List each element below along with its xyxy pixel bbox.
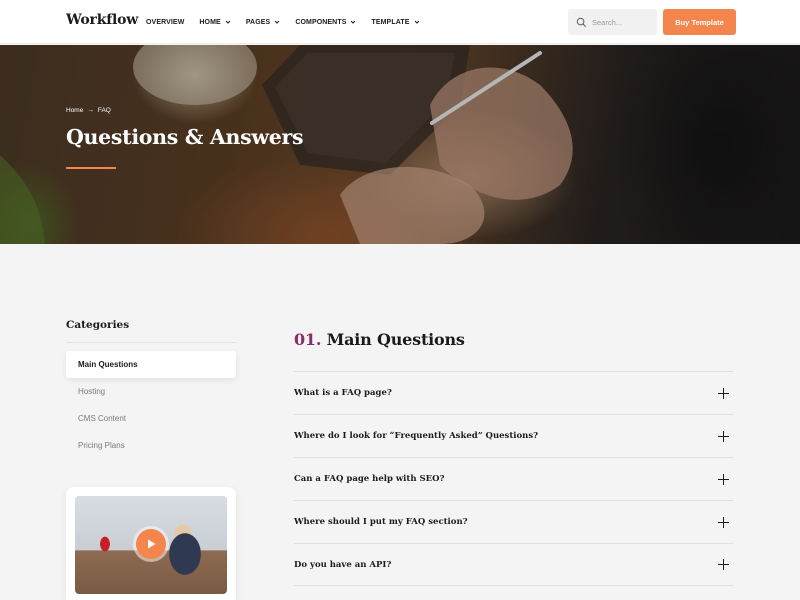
category-cms-content[interactable]: CMS Content [66, 405, 236, 432]
logo[interactable]: Workflow [66, 12, 138, 28]
nav-item-label: PAGES [245, 18, 271, 26]
faq-question: Do you have an API? [294, 559, 392, 570]
nav-item-pages[interactable]: PAGES [246, 19, 281, 26]
chevron-down-icon [351, 20, 356, 24]
nav-item-label: OVERVIEW [146, 18, 185, 26]
nav-item-label: HOME [199, 18, 221, 26]
plus-icon[interactable] [718, 516, 729, 528]
faq-item[interactable]: Where do I look for “Frequently Asked” Q… [294, 414, 733, 457]
breadcrumb-current: FAQ [97, 107, 111, 114]
faq-question: Where do I look for “Frequently Asked” Q… [294, 431, 539, 441]
plus-icon[interactable] [718, 473, 729, 485]
chevron-down-icon [414, 20, 419, 24]
hero-banner: Home → FAQ Questions & Answers [0, 45, 800, 244]
buy-template-button[interactable]: Buy Template [663, 9, 736, 35]
section-heading: 01. Main Questions [294, 330, 465, 349]
top-navigation-bar: Workflow OVERVIEW HOME PAGES COMPONENTS … [0, 0, 800, 44]
arrow-right-icon: → [87, 107, 94, 114]
categories-heading: Categories [66, 319, 130, 331]
play-button[interactable] [136, 529, 166, 559]
main-nav: OVERVIEW HOME PAGES COMPONENTS TEMPLATE [146, 0, 435, 44]
nav-item-components[interactable]: COMPONENTS [295, 19, 356, 26]
category-main-questions[interactable]: Main Questions [66, 351, 236, 378]
play-icon [148, 539, 156, 549]
video-card [66, 487, 236, 600]
faq-item[interactable]: Where should I put my FAQ section? [294, 500, 733, 543]
chevron-down-icon [225, 20, 231, 24]
nav-item-overview[interactable]: OVERVIEW [146, 19, 184, 26]
page-title: Questions & Answers [66, 125, 304, 149]
breadcrumb: Home → FAQ [66, 107, 111, 114]
breadcrumb-home-link[interactable]: Home [66, 107, 83, 114]
nav-item-home[interactable]: HOME [199, 18, 231, 26]
faq-question: What is a FAQ page? [294, 388, 392, 398]
plus-icon[interactable] [718, 387, 729, 399]
section-title-text: Main Questions [326, 330, 465, 349]
plus-icon[interactable] [718, 430, 729, 442]
faq-question: Can a FAQ page help with SEO? [294, 474, 445, 484]
plus-icon[interactable] [718, 559, 729, 570]
search-box[interactable] [568, 9, 657, 35]
title-underline [66, 167, 116, 169]
nav-item-label: TEMPLATE [371, 18, 410, 26]
section-number: 01. [294, 330, 322, 349]
category-pricing-plans[interactable]: Pricing Plans [66, 432, 236, 459]
search-icon [576, 17, 587, 27]
faq-item[interactable]: What is a FAQ page? [294, 371, 733, 414]
faq-list: What is a FAQ page? Where do I look for … [294, 371, 733, 586]
nav-item-template[interactable]: TEMPLATE [371, 19, 419, 26]
faq-item[interactable]: Can a FAQ page help with SEO? [294, 457, 733, 500]
search-input[interactable] [592, 17, 654, 27]
faq-question: Where should I put my FAQ section? [294, 517, 468, 527]
chevron-down-icon [274, 20, 280, 24]
category-hosting[interactable]: Hosting [66, 378, 236, 405]
nav-item-label: COMPONENTS [295, 18, 347, 26]
video-thumbnail[interactable] [75, 496, 227, 594]
divider [66, 342, 236, 343]
faq-item[interactable]: Do you have an API? [294, 543, 733, 586]
